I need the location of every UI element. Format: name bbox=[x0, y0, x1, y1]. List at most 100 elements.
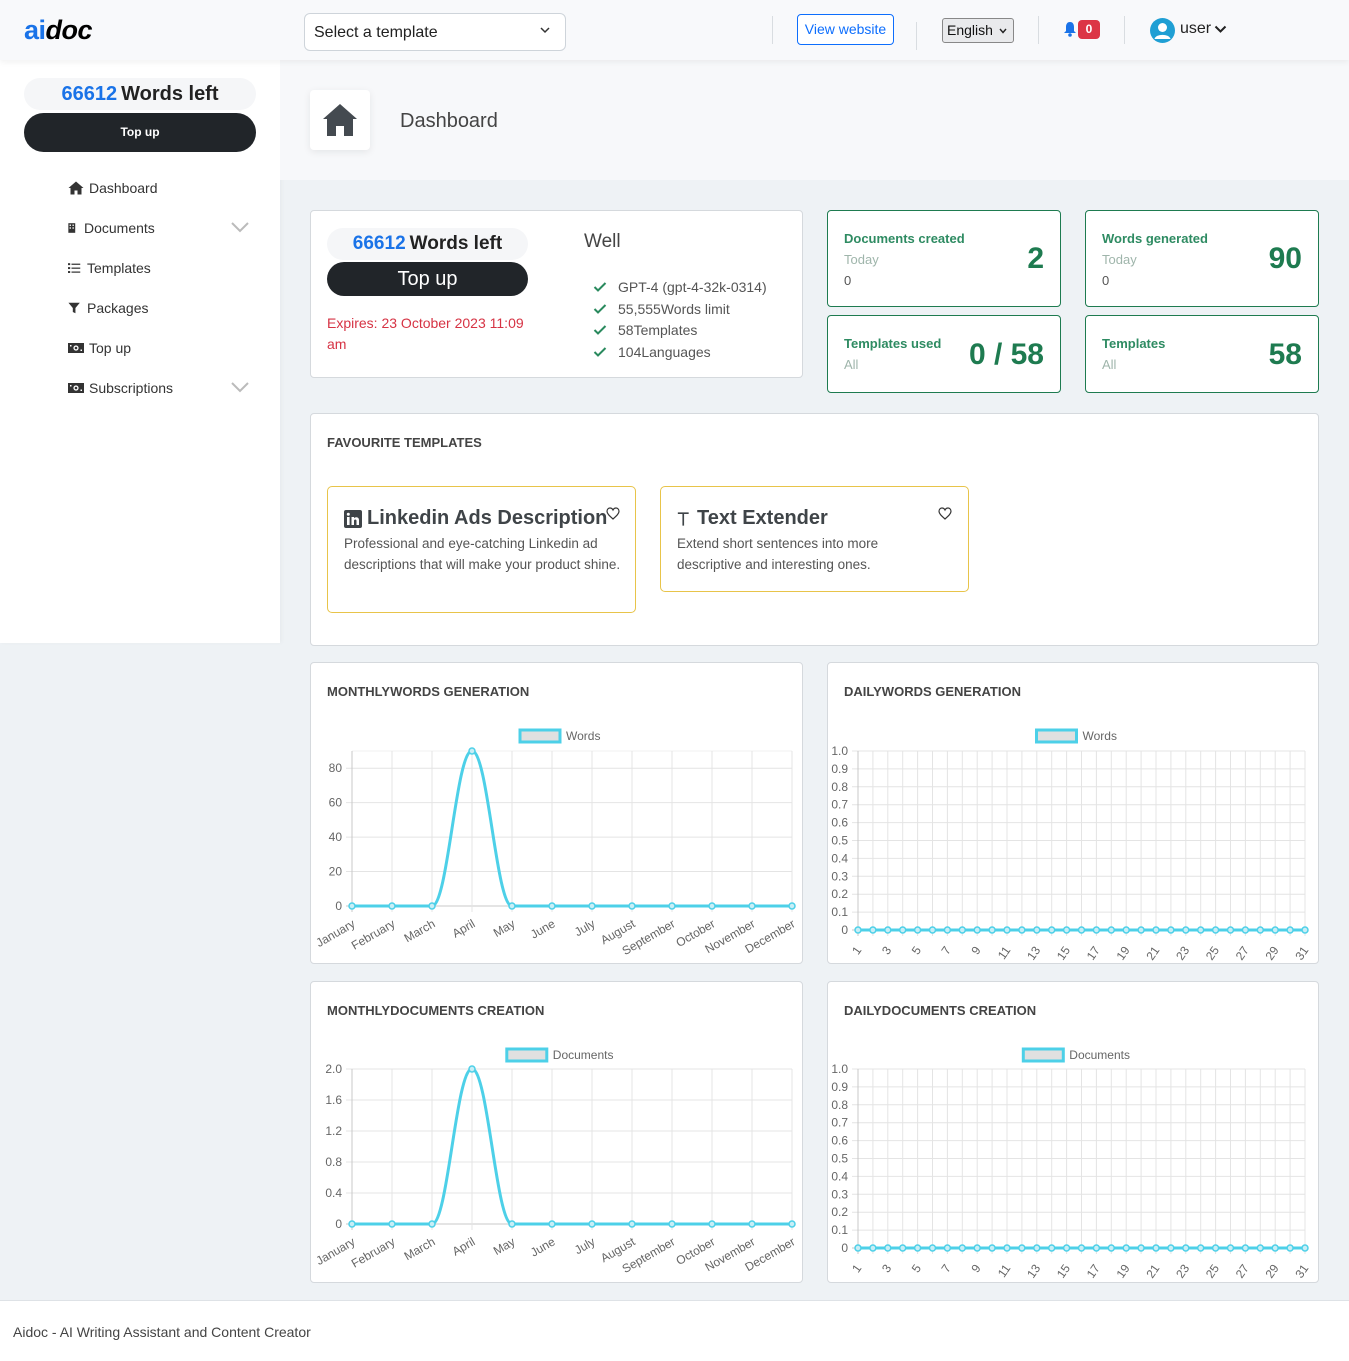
data-point bbox=[1122, 926, 1130, 934]
sidebar-item-topup[interactable]: Top up bbox=[68, 336, 258, 360]
sidebar-item-subscriptions[interactable]: Subscriptions bbox=[68, 376, 258, 400]
data-point bbox=[854, 1244, 862, 1252]
stat-card-templates: Templates All 58 bbox=[1085, 315, 1319, 393]
sidebar-item-dashboard[interactable]: Dashboard bbox=[68, 176, 258, 200]
y-tick-label: 0.2 bbox=[831, 1205, 848, 1219]
language-select[interactable]: English bbox=[942, 18, 1014, 43]
data-point bbox=[1107, 926, 1116, 934]
y-tick-label: 0.2 bbox=[831, 887, 848, 901]
stat-value: 0 / 58 bbox=[968, 338, 1044, 371]
language-select-value: English bbox=[947, 22, 993, 38]
y-tick-label: 0.9 bbox=[831, 1080, 848, 1094]
data-point bbox=[588, 1220, 596, 1228]
heart-icon[interactable] bbox=[938, 507, 952, 520]
heart-icon[interactable] bbox=[606, 507, 620, 520]
sidebar-topup-button[interactable]: Top up bbox=[24, 113, 256, 152]
data-point bbox=[1241, 1244, 1250, 1252]
sidebar-item-templates[interactable]: Templates bbox=[68, 256, 258, 280]
home-icon bbox=[68, 181, 84, 195]
data-point bbox=[958, 1244, 967, 1252]
data-point bbox=[668, 1220, 676, 1228]
y-tick-label: 0.3 bbox=[831, 869, 848, 883]
data-point bbox=[928, 926, 937, 934]
x-tick-label: 27 bbox=[1233, 943, 1252, 962]
data-point bbox=[628, 1220, 636, 1228]
template-card-linkedin-ads[interactable]: Linkedin Ads Description Professional an… bbox=[327, 486, 636, 613]
y-tick-label: 0.4 bbox=[831, 1169, 848, 1183]
template-select[interactable]: Select a template bbox=[304, 13, 566, 51]
x-tick-label: 7 bbox=[939, 1261, 954, 1275]
data-point bbox=[958, 926, 967, 934]
view-website-button[interactable]: View website bbox=[797, 14, 894, 45]
template-select-value: Select a template bbox=[314, 24, 438, 41]
check-icon bbox=[593, 282, 607, 292]
bell-icon[interactable] bbox=[1063, 21, 1077, 37]
plan-feature: 104Languages bbox=[593, 341, 767, 363]
data-point bbox=[1077, 1244, 1086, 1252]
data-point bbox=[869, 1244, 877, 1252]
x-tick-label: 17 bbox=[1084, 1261, 1103, 1280]
user-avatar-icon[interactable] bbox=[1150, 18, 1175, 43]
divider bbox=[1038, 16, 1039, 44]
x-tick-label: 23 bbox=[1173, 1261, 1192, 1280]
x-tick-label: 23 bbox=[1173, 943, 1192, 962]
chart-card-monthly-words: MONTHLYWORDS GENERATION Words 0 20 40 60 80 Ja… bbox=[310, 662, 803, 964]
sidebar-item-documents[interactable]: Documents bbox=[68, 216, 258, 240]
y-tick-label: 0.8 bbox=[831, 1098, 848, 1112]
y-tick-label: 40 bbox=[329, 830, 343, 844]
x-tick-label: 9 bbox=[968, 1261, 983, 1275]
legend-label: Documents bbox=[1069, 1048, 1130, 1062]
data-point bbox=[1137, 926, 1145, 934]
data-point bbox=[1018, 926, 1026, 934]
x-tick-label: 19 bbox=[1114, 943, 1133, 962]
data-point bbox=[1196, 926, 1205, 934]
data-point bbox=[428, 902, 436, 910]
data-point bbox=[854, 926, 862, 934]
data-point bbox=[548, 1220, 556, 1228]
data-point bbox=[943, 1244, 952, 1252]
plan-topup-button[interactable]: Top up bbox=[327, 262, 528, 296]
data-point bbox=[943, 926, 952, 934]
chevron-down-icon bbox=[999, 28, 1007, 34]
y-tick-label: 0.7 bbox=[831, 798, 848, 812]
chevron-down-icon[interactable] bbox=[1214, 24, 1227, 34]
plan-feature: 55,555Words limit bbox=[593, 298, 767, 320]
chart-title: MONTHLYWORDS GENERATION bbox=[327, 684, 530, 699]
check-icon bbox=[593, 347, 607, 357]
data-point bbox=[508, 902, 516, 910]
plan-feature: GPT-4 (gpt-4-32k-0314) bbox=[593, 276, 767, 298]
data-point bbox=[869, 926, 877, 934]
x-tick-label: 29 bbox=[1263, 943, 1282, 962]
sidebar: 66612 Words left Top up Dashboard Documen… bbox=[0, 60, 280, 643]
sidebar-item-packages[interactable]: Packages bbox=[68, 296, 258, 320]
data-point bbox=[988, 1244, 996, 1252]
template-card-text-extender[interactable]: Text Extender Extend short sentences int… bbox=[660, 486, 969, 592]
x-tick-label: July bbox=[572, 1234, 597, 1257]
data-point bbox=[1107, 1244, 1116, 1252]
y-tick-label: 0.5 bbox=[831, 1152, 848, 1166]
data-point bbox=[973, 926, 981, 934]
legend-label: Words bbox=[1083, 729, 1117, 743]
y-tick-label: 1.2 bbox=[325, 1124, 342, 1138]
footer-text: Aidoc - AI Writing Assistant and Content… bbox=[13, 1324, 311, 1340]
chevron-down-icon[interactable] bbox=[230, 220, 250, 234]
money-icon bbox=[68, 383, 84, 393]
plan-expiry: Expires: 23 October 2023 11:09 am bbox=[327, 315, 524, 352]
data-point bbox=[388, 1220, 396, 1228]
data-point bbox=[348, 902, 356, 910]
data-point bbox=[1167, 926, 1175, 934]
y-tick-label: 1.0 bbox=[831, 1062, 848, 1076]
data-point bbox=[1226, 926, 1235, 934]
data-point bbox=[1182, 926, 1190, 934]
x-tick-label: 7 bbox=[939, 943, 954, 957]
data-point bbox=[1152, 926, 1160, 934]
data-point bbox=[898, 1244, 907, 1252]
user-menu-name[interactable]: user bbox=[1180, 20, 1211, 38]
page-icon-box bbox=[310, 90, 370, 150]
data-point bbox=[1092, 1244, 1101, 1252]
chevron-down-icon[interactable] bbox=[230, 380, 250, 394]
logo[interactable]: aidoc bbox=[24, 15, 93, 46]
stat-value: 58 bbox=[1268, 338, 1302, 371]
template-title: Text Extender bbox=[697, 507, 828, 529]
top-navbar: aidoc Select a template View website Eng… bbox=[0, 0, 1349, 60]
